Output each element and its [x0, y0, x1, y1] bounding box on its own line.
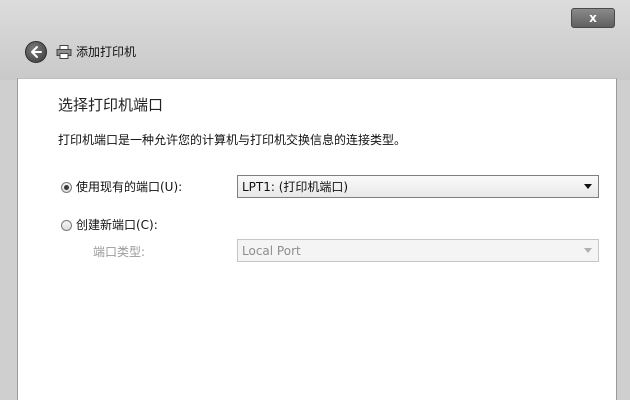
chevron-down-icon [584, 184, 592, 189]
page-heading: 选择打印机端口 [58, 96, 164, 114]
chevron-down-icon [584, 248, 592, 253]
existing-port-dropdown[interactable]: LPT1: (打印机端口) [237, 175, 599, 198]
port-type-label: 端口类型: [93, 245, 146, 259]
existing-port-value: LPT1: (打印机端口) [242, 180, 349, 194]
page-description: 打印机端口是一种允许您的计算机与打印机交换信息的连接类型。 [58, 133, 407, 147]
wizard-title: 添加打印机 [76, 45, 137, 59]
close-button[interactable]: x [571, 8, 615, 28]
use-existing-port-label[interactable]: 使用现有的端口(U): [76, 179, 182, 195]
add-printer-window: x 添加打印机 选择打印机端口 打印机端口是一种允许您的计算机与打印机交换信息的… [0, 0, 630, 400]
use-existing-port-radio[interactable] [61, 182, 72, 193]
back-arrow-icon [31, 46, 42, 58]
create-new-port-radio[interactable] [61, 220, 72, 231]
port-type-dropdown[interactable]: Local Port [237, 239, 599, 262]
create-new-port-label[interactable]: 创建新端口(C): [76, 217, 158, 233]
wizard-content: 选择打印机端口 打印机端口是一种允许您的计算机与打印机交换信息的连接类型。 使用… [17, 78, 617, 400]
close-icon: x [589, 11, 597, 25]
printer-icon [56, 45, 72, 59]
port-type-value: Local Port [242, 244, 301, 258]
back-button[interactable] [25, 41, 47, 63]
wizard-nav-bar: 添加打印机 [16, 36, 616, 68]
